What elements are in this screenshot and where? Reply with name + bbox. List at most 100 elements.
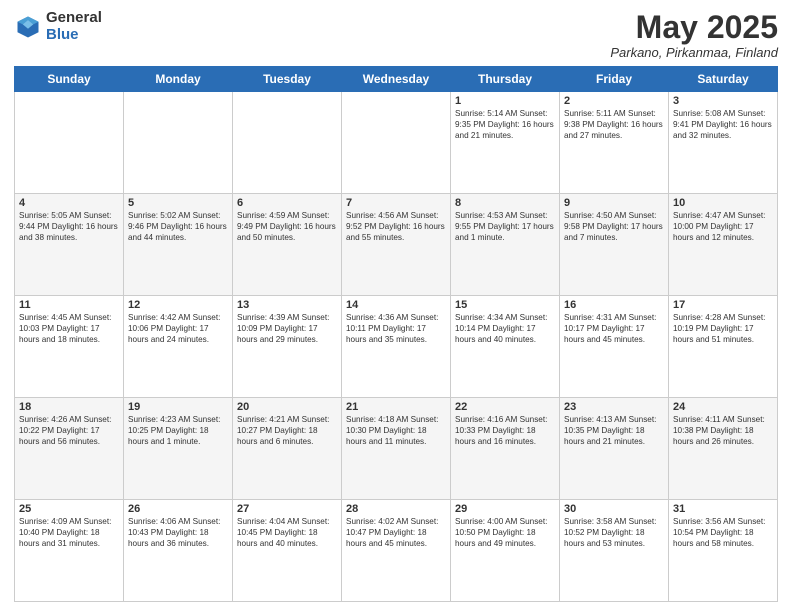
day-info: Sunrise: 5:02 AM Sunset: 9:46 PM Dayligh… <box>128 210 228 243</box>
title-block: May 2025 Parkano, Pirkanmaa, Finland <box>610 10 778 60</box>
day-number: 6 <box>237 197 337 209</box>
logo-icon <box>14 13 42 41</box>
day-number: 4 <box>19 197 119 209</box>
day-info: Sunrise: 4:42 AM Sunset: 10:06 PM Daylig… <box>128 312 228 345</box>
day-info: Sunrise: 4:28 AM Sunset: 10:19 PM Daylig… <box>673 312 773 345</box>
day-info: Sunrise: 4:09 AM Sunset: 10:40 PM Daylig… <box>19 516 119 549</box>
cell-3-4: 14Sunrise: 4:36 AM Sunset: 10:11 PM Dayl… <box>342 296 451 398</box>
day-number: 17 <box>673 299 773 311</box>
day-number: 14 <box>346 299 446 311</box>
day-number: 15 <box>455 299 555 311</box>
logo-general-text: General <box>46 10 102 27</box>
cell-5-6: 30Sunrise: 3:58 AM Sunset: 10:52 PM Dayl… <box>560 500 669 602</box>
day-info: Sunrise: 4:47 AM Sunset: 10:00 PM Daylig… <box>673 210 773 243</box>
day-number: 13 <box>237 299 337 311</box>
day-info: Sunrise: 5:11 AM Sunset: 9:38 PM Dayligh… <box>564 108 664 141</box>
cell-2-6: 9Sunrise: 4:50 AM Sunset: 9:58 PM Daylig… <box>560 194 669 296</box>
day-info: Sunrise: 4:06 AM Sunset: 10:43 PM Daylig… <box>128 516 228 549</box>
day-info: Sunrise: 4:11 AM Sunset: 10:38 PM Daylig… <box>673 414 773 447</box>
day-number: 16 <box>564 299 664 311</box>
day-info: Sunrise: 4:02 AM Sunset: 10:47 PM Daylig… <box>346 516 446 549</box>
day-number: 21 <box>346 401 446 413</box>
day-info: Sunrise: 4:13 AM Sunset: 10:35 PM Daylig… <box>564 414 664 447</box>
calendar-location: Parkano, Pirkanmaa, Finland <box>610 45 778 60</box>
day-info: Sunrise: 4:26 AM Sunset: 10:22 PM Daylig… <box>19 414 119 447</box>
day-info: Sunrise: 4:16 AM Sunset: 10:33 PM Daylig… <box>455 414 555 447</box>
col-saturday: Saturday <box>669 67 778 92</box>
logo: General Blue <box>14 10 102 43</box>
day-info: Sunrise: 3:58 AM Sunset: 10:52 PM Daylig… <box>564 516 664 549</box>
day-number: 26 <box>128 503 228 515</box>
day-info: Sunrise: 4:53 AM Sunset: 9:55 PM Dayligh… <box>455 210 555 243</box>
cell-1-2 <box>124 92 233 194</box>
cell-1-4 <box>342 92 451 194</box>
cell-1-1 <box>15 92 124 194</box>
day-number: 20 <box>237 401 337 413</box>
cell-1-6: 2Sunrise: 5:11 AM Sunset: 9:38 PM Daylig… <box>560 92 669 194</box>
cell-1-7: 3Sunrise: 5:08 AM Sunset: 9:41 PM Daylig… <box>669 92 778 194</box>
logo-text: General Blue <box>46 10 102 43</box>
day-number: 29 <box>455 503 555 515</box>
cell-3-6: 16Sunrise: 4:31 AM Sunset: 10:17 PM Dayl… <box>560 296 669 398</box>
cell-4-2: 19Sunrise: 4:23 AM Sunset: 10:25 PM Dayl… <box>124 398 233 500</box>
day-number: 30 <box>564 503 664 515</box>
cell-2-3: 6Sunrise: 4:59 AM Sunset: 9:49 PM Daylig… <box>233 194 342 296</box>
day-number: 18 <box>19 401 119 413</box>
day-number: 31 <box>673 503 773 515</box>
header-row: Sunday Monday Tuesday Wednesday Thursday… <box>15 67 778 92</box>
day-info: Sunrise: 4:18 AM Sunset: 10:30 PM Daylig… <box>346 414 446 447</box>
day-info: Sunrise: 4:36 AM Sunset: 10:11 PM Daylig… <box>346 312 446 345</box>
cell-3-5: 15Sunrise: 4:34 AM Sunset: 10:14 PM Dayl… <box>451 296 560 398</box>
cell-1-3 <box>233 92 342 194</box>
col-wednesday: Wednesday <box>342 67 451 92</box>
day-info: Sunrise: 4:39 AM Sunset: 10:09 PM Daylig… <box>237 312 337 345</box>
day-info: Sunrise: 4:50 AM Sunset: 9:58 PM Dayligh… <box>564 210 664 243</box>
day-number: 7 <box>346 197 446 209</box>
cell-4-4: 21Sunrise: 4:18 AM Sunset: 10:30 PM Dayl… <box>342 398 451 500</box>
day-number: 1 <box>455 95 555 107</box>
week-row-3: 11Sunrise: 4:45 AM Sunset: 10:03 PM Dayl… <box>15 296 778 398</box>
cell-3-3: 13Sunrise: 4:39 AM Sunset: 10:09 PM Dayl… <box>233 296 342 398</box>
day-number: 22 <box>455 401 555 413</box>
col-monday: Monday <box>124 67 233 92</box>
col-tuesday: Tuesday <box>233 67 342 92</box>
header: General Blue May 2025 Parkano, Pirkanmaa… <box>14 10 778 60</box>
cell-3-1: 11Sunrise: 4:45 AM Sunset: 10:03 PM Dayl… <box>15 296 124 398</box>
page: General Blue May 2025 Parkano, Pirkanmaa… <box>0 0 792 612</box>
cell-4-3: 20Sunrise: 4:21 AM Sunset: 10:27 PM Dayl… <box>233 398 342 500</box>
cell-5-3: 27Sunrise: 4:04 AM Sunset: 10:45 PM Dayl… <box>233 500 342 602</box>
cell-5-4: 28Sunrise: 4:02 AM Sunset: 10:47 PM Dayl… <box>342 500 451 602</box>
day-number: 28 <box>346 503 446 515</box>
logo-blue-text: Blue <box>46 27 102 44</box>
cell-5-1: 25Sunrise: 4:09 AM Sunset: 10:40 PM Dayl… <box>15 500 124 602</box>
cell-5-5: 29Sunrise: 4:00 AM Sunset: 10:50 PM Dayl… <box>451 500 560 602</box>
cell-2-4: 7Sunrise: 4:56 AM Sunset: 9:52 PM Daylig… <box>342 194 451 296</box>
day-number: 2 <box>564 95 664 107</box>
day-info: Sunrise: 4:31 AM Sunset: 10:17 PM Daylig… <box>564 312 664 345</box>
day-number: 12 <box>128 299 228 311</box>
cell-4-5: 22Sunrise: 4:16 AM Sunset: 10:33 PM Dayl… <box>451 398 560 500</box>
cell-2-7: 10Sunrise: 4:47 AM Sunset: 10:00 PM Dayl… <box>669 194 778 296</box>
week-row-4: 18Sunrise: 4:26 AM Sunset: 10:22 PM Dayl… <box>15 398 778 500</box>
day-info: Sunrise: 3:56 AM Sunset: 10:54 PM Daylig… <box>673 516 773 549</box>
day-number: 24 <box>673 401 773 413</box>
col-sunday: Sunday <box>15 67 124 92</box>
cell-4-6: 23Sunrise: 4:13 AM Sunset: 10:35 PM Dayl… <box>560 398 669 500</box>
cell-2-2: 5Sunrise: 5:02 AM Sunset: 9:46 PM Daylig… <box>124 194 233 296</box>
cell-2-5: 8Sunrise: 4:53 AM Sunset: 9:55 PM Daylig… <box>451 194 560 296</box>
day-number: 11 <box>19 299 119 311</box>
week-row-2: 4Sunrise: 5:05 AM Sunset: 9:44 PM Daylig… <box>15 194 778 296</box>
day-number: 3 <box>673 95 773 107</box>
day-number: 9 <box>564 197 664 209</box>
day-number: 8 <box>455 197 555 209</box>
day-info: Sunrise: 4:45 AM Sunset: 10:03 PM Daylig… <box>19 312 119 345</box>
day-number: 10 <box>673 197 773 209</box>
cell-2-1: 4Sunrise: 5:05 AM Sunset: 9:44 PM Daylig… <box>15 194 124 296</box>
day-number: 25 <box>19 503 119 515</box>
calendar-title: May 2025 <box>610 10 778 45</box>
day-info: Sunrise: 4:23 AM Sunset: 10:25 PM Daylig… <box>128 414 228 447</box>
week-row-1: 1Sunrise: 5:14 AM Sunset: 9:35 PM Daylig… <box>15 92 778 194</box>
week-row-5: 25Sunrise: 4:09 AM Sunset: 10:40 PM Dayl… <box>15 500 778 602</box>
day-info: Sunrise: 4:04 AM Sunset: 10:45 PM Daylig… <box>237 516 337 549</box>
cell-4-7: 24Sunrise: 4:11 AM Sunset: 10:38 PM Dayl… <box>669 398 778 500</box>
